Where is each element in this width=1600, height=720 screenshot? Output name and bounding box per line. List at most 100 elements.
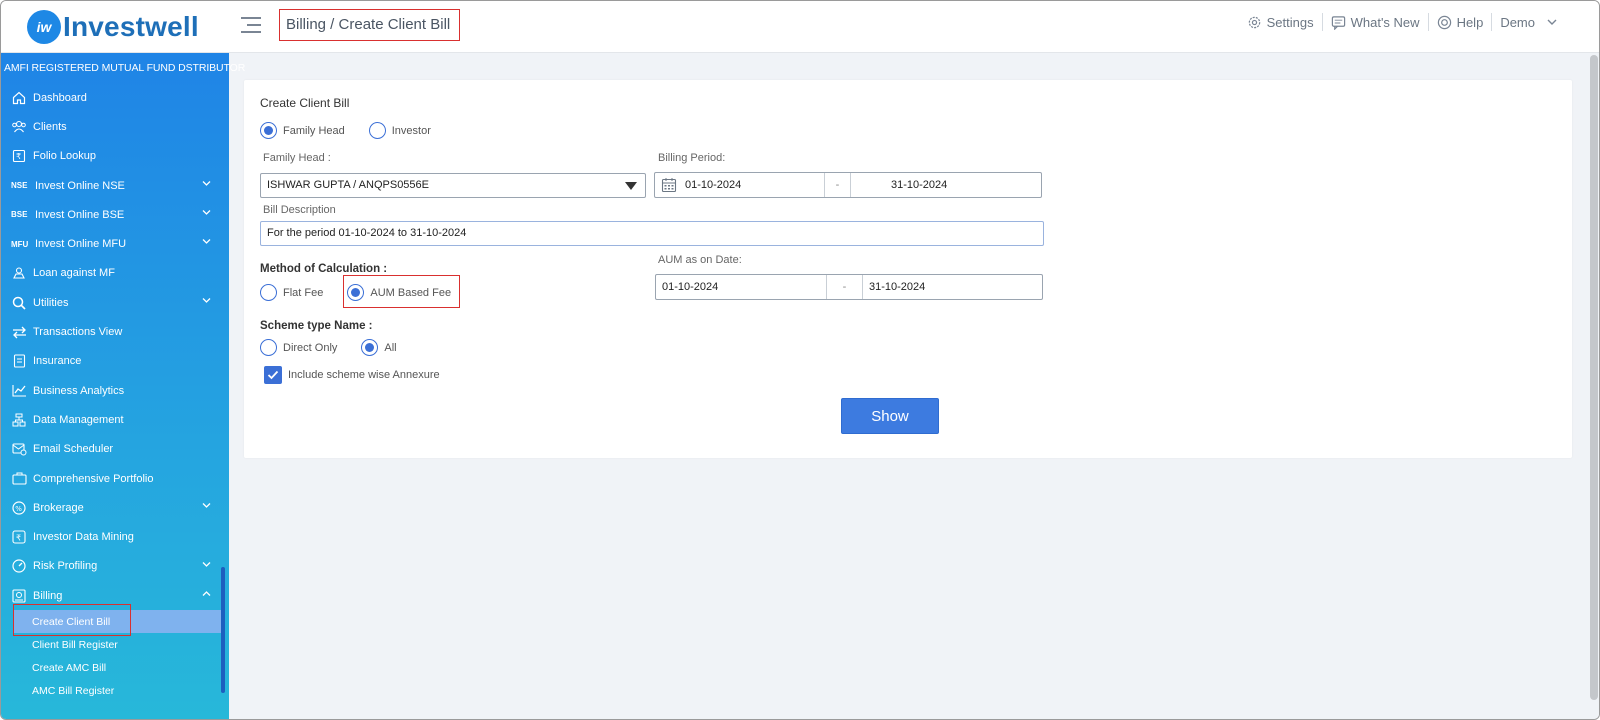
loan-icon	[11, 265, 27, 281]
breadcrumb: Billing / Create Client Bill	[279, 9, 460, 41]
insurance-icon	[11, 353, 27, 369]
investor-radio[interactable]	[368, 122, 386, 139]
lifebuoy-icon	[1437, 15, 1451, 29]
sidebar-subitem-label: Client Bill Register	[32, 638, 118, 651]
aum-date-range: 01-10-2024 - 31-10-2024	[655, 274, 1043, 300]
sidebar-item-utilities[interactable]: Utilities	[1, 288, 229, 317]
show-button[interactable]: Show	[841, 398, 939, 434]
sidebar-item-label: Investor Data Mining	[33, 531, 134, 544]
home-icon	[11, 90, 27, 106]
sidebar-item-dashboard[interactable]: Dashboard	[1, 83, 229, 112]
chevron-down-icon	[202, 561, 211, 567]
sidebar-title: AMFI REGISTERED MUTUAL FUND DSTRIBUTOR	[4, 62, 246, 74]
sidebar-item-transactions-view[interactable]: Transactions View	[1, 317, 229, 346]
svg-text:₹: ₹	[16, 152, 21, 161]
annexure-checkbox[interactable]	[264, 366, 282, 384]
data-icon	[11, 412, 27, 428]
settings-link[interactable]: Settings	[1239, 13, 1323, 31]
sidebar-subitem-create-client-bill[interactable]: Create Client Bill	[13, 604, 221, 637]
transactions-icon	[11, 324, 27, 340]
sidebar-item-invest-nse[interactable]: NSE Invest Online NSE	[1, 171, 229, 200]
family-head-label: Family Head :	[263, 152, 331, 164]
method-label: Method of Calculation :	[260, 263, 388, 275]
logo[interactable]: iw Investwell	[27, 10, 199, 44]
radio-label: Flat Fee	[283, 286, 324, 299]
annexure-checkbox-row: Include scheme wise Annexure	[264, 366, 440, 384]
chevron-down-icon	[202, 298, 211, 303]
sidebar-item-invest-mfu[interactable]: MFU Invest Online MFU	[1, 229, 229, 258]
direct-only-radio[interactable]	[260, 339, 277, 356]
sidebar-item-label: Business Analytics	[33, 384, 125, 397]
aum-from-value: 01-10-2024	[662, 281, 719, 293]
sidebar-item-insurance[interactable]: Insurance	[1, 347, 229, 376]
sidebar-item-data-management[interactable]: Data Management	[1, 405, 229, 434]
sidebar-subitem-amc-bill-register[interactable]: AMC Bill Register	[1, 679, 229, 702]
billing-from-input[interactable]: 01-10-2024	[655, 173, 825, 197]
billing-to-value: 31-10-2024	[891, 179, 948, 191]
message-icon	[1331, 15, 1345, 30]
sidebar-item-label: Email Scheduler	[33, 443, 114, 456]
aum-to-value: 31-10-2024	[869, 281, 926, 293]
sidebar-subitem-client-bill-register[interactable]: Client Bill Register	[1, 633, 229, 656]
analytics-icon	[11, 383, 27, 399]
svg-text:₹: ₹	[16, 534, 21, 543]
aum-from-input[interactable]: 01-10-2024	[656, 275, 827, 299]
billing-period-range: 01-10-2024 - 31-10-2024	[654, 172, 1042, 198]
bill-description-input[interactable]: For the period 01-10-2024 to 31-10-2024	[260, 221, 1044, 246]
sidebar-item-invest-bse[interactable]: BSE Invest Online BSE	[1, 200, 229, 229]
top-bar: iw Investwell Billing / Create Client Bi…	[1, 1, 1599, 53]
svg-text:%: %	[15, 505, 22, 513]
sidebar-subitem-label: AMC Bill Register	[32, 684, 115, 697]
card-title: Create Client Bill	[260, 96, 350, 110]
sidebar-item-comprehensive-portfolio[interactable]: Comprehensive Portfolio	[1, 464, 229, 493]
sidebar-item-loan[interactable]: Loan against MF	[1, 259, 229, 288]
chevron-down-icon	[202, 239, 211, 245]
all-radio[interactable]	[361, 339, 379, 356]
logo-mark: iw	[27, 10, 61, 44]
bill-for-radio-group: Family Head Investor	[260, 122, 455, 139]
scheme-type-label: Scheme type Name :	[260, 320, 373, 332]
bill-description-label: Bill Description	[263, 204, 336, 216]
sidebar-item-risk-profiling[interactable]: Risk Profiling	[1, 552, 229, 581]
aum-as-on-date-label: AUM as on Date:	[658, 254, 742, 266]
page-scrollbar-thumb[interactable]	[1590, 55, 1598, 700]
billing-from-value: 01-10-2024	[685, 179, 742, 191]
sidebar-item-folio-lookup[interactable]: ₹ Folio Lookup	[1, 142, 229, 171]
billing-to-input[interactable]: 31-10-2024	[851, 173, 1041, 197]
calendar-icon	[661, 178, 677, 193]
sidebar-item-label: Data Management	[33, 413, 124, 426]
menu-toggle-icon[interactable]	[241, 17, 261, 35]
family-head-radio[interactable]	[260, 122, 277, 139]
sidebar-item-label: Transactions View	[33, 326, 123, 339]
help-link[interactable]: Help	[1429, 13, 1493, 31]
sidebar-item-label: Insurance	[33, 355, 82, 368]
family-head-select[interactable]: ISHWAR GUPTA / ANQPS0556E	[260, 173, 646, 198]
chevron-down-icon	[202, 210, 211, 216]
sidebar-item-investor-data-mining[interactable]: ₹ Investor Data Mining	[1, 522, 229, 551]
sidebar-item-label: Invest Online MFU	[35, 238, 127, 251]
chevron-down-icon	[1547, 19, 1557, 25]
sidebar-item-business-analytics[interactable]: Business Analytics	[1, 376, 229, 405]
page-scrollbar[interactable]	[1587, 53, 1599, 719]
user-menu[interactable]: Demo	[1492, 13, 1565, 31]
sidebar-item-email-scheduler[interactable]: Email Scheduler	[1, 435, 229, 464]
flat-fee-radio[interactable]	[260, 284, 277, 301]
user-name: Demo	[1500, 14, 1535, 30]
aum-to-input[interactable]: 31-10-2024	[863, 275, 1042, 299]
settings-label: Settings	[1266, 14, 1314, 30]
sidebar-subitem-create-amc-bill[interactable]: Create AMC Bill	[1, 656, 229, 679]
mfu-icon: MFU	[11, 239, 29, 249]
radio-label: All	[384, 341, 397, 354]
sidebar-item-label: Loan against MF	[33, 267, 115, 280]
billing-icon	[11, 588, 27, 604]
sidebar-item-label: Clients	[33, 120, 67, 133]
sidebar-item-label: Utilities	[33, 296, 69, 309]
sidebar-item-clients[interactable]: Clients	[1, 112, 229, 141]
top-right-nav: Settings What's New Help Demo	[1239, 13, 1565, 31]
whats-new-link[interactable]: What's New	[1323, 13, 1429, 31]
sidebar-item-brokerage[interactable]: % Brokerage	[1, 493, 229, 522]
radio-label: Direct Only	[283, 341, 338, 354]
caret-down-icon	[625, 182, 637, 190]
chevron-down-icon	[202, 503, 211, 509]
sidebar-scrollbar[interactable]	[221, 567, 225, 693]
